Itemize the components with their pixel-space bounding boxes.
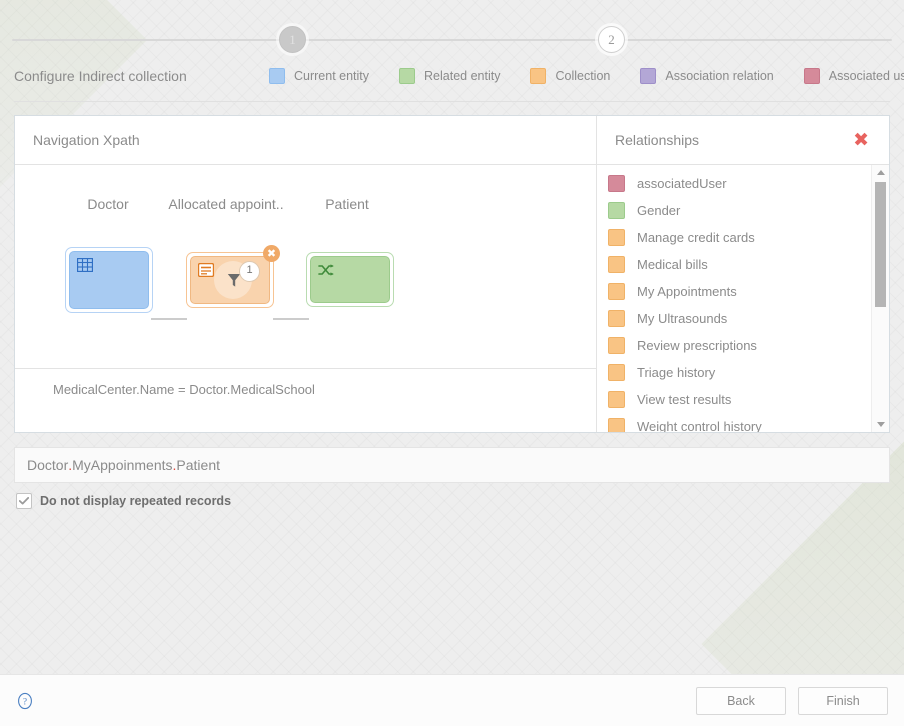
relationship-color-swatch [608,418,625,432]
list-item[interactable]: My Appointments [597,278,871,305]
legend-swatch-collection [530,68,547,84]
constraint-expression: MedicalCenter.Name = Doctor.MedicalSchoo… [53,382,315,397]
relationship-label: Weight control history [637,419,762,432]
check-icon [19,497,29,505]
list-item[interactable]: Manage credit cards [597,224,871,251]
page-root: 1 2 Configure Indirect collection Curren… [0,0,904,726]
page-title: Configure Indirect collection [14,68,187,84]
connector-appointments-to-patient [273,318,309,320]
relationship-label: associatedUser [637,176,727,191]
legend-label-current-entity: Current entity [294,69,370,83]
legend-item-current-entity: Current entity [269,68,369,84]
xpath-part-0: Doctor [27,457,69,473]
legend-swatch-associated-user [803,68,820,84]
relationships-scrollbar[interactable] [871,165,889,432]
wizard-stepper: 1 2 [0,26,904,54]
repeated-records-option[interactable]: Do not display repeated records [16,493,231,509]
node-patient-body [310,256,390,303]
filter-count-badge: 1 [239,261,260,282]
legend-label-collection: Collection [555,69,611,83]
node-doctor-body [69,251,149,309]
list-item[interactable]: Review prescriptions [597,332,871,359]
legend-item-associated-user: Associated user [803,68,904,84]
shuffle-icon [318,264,334,276]
relationship-color-swatch [608,364,625,381]
main-card: Navigation Xpath Doctor Allocated appoin… [14,115,890,433]
relationship-color-swatch [608,202,625,219]
diagram-node-doctor[interactable] [65,247,153,313]
relationship-color-swatch [608,310,625,327]
relationship-color-swatch [608,256,625,273]
list-item[interactable]: Gender [597,197,871,224]
list-item[interactable]: associatedUser [597,170,871,197]
legend-item-collection: Collection [530,68,610,84]
relationship-color-swatch [608,229,625,246]
relationship-label: My Ultrasounds [637,311,728,326]
stepper-step-1[interactable]: 1 [279,26,306,53]
list-icon [198,263,214,277]
repeated-records-checkbox[interactable] [16,493,32,509]
table-icon [77,258,93,272]
relationship-color-swatch [608,175,625,192]
node-label-patient: Patient [325,196,369,212]
relationships-panel: Relationships ✖ associatedUser Gender Ma… [597,116,889,432]
back-button[interactable]: Back [696,686,786,715]
relationship-label: Review prescriptions [637,338,757,353]
legend: Current entity Related entity Collection… [269,68,904,84]
xpath-part-2: Patient [176,457,220,473]
node-label-allocated-appointments: Allocated appoint.. [168,196,284,212]
navigation-xpath-title: Navigation Xpath [33,132,140,148]
diagram-node-allocated-appointments[interactable]: 1 ✖ [186,245,280,308]
svg-text:?: ? [23,696,27,706]
relationships-header: Relationships ✖ [597,116,889,165]
footer-bar: ? Back Finish [0,674,904,726]
relationships-list: associatedUser Gender Manage credit card… [597,165,871,432]
stepper-step-2[interactable]: 2 [598,26,625,53]
finish-button[interactable]: Finish [798,686,888,715]
legend-item-related-entity: Related entity [399,68,500,84]
node-remove-button[interactable]: ✖ [263,245,280,262]
relationships-list-container: associatedUser Gender Manage credit card… [597,165,889,432]
navigation-xpath-panel: Navigation Xpath Doctor Allocated appoin… [15,116,597,432]
list-item[interactable]: My Ultrasounds [597,305,871,332]
relationship-color-swatch [608,283,625,300]
relationships-title: Relationships [615,132,700,148]
relationship-label: My Appointments [637,284,737,299]
relationship-label: View test results [637,392,732,407]
legend-item-association-relation: Association relation [640,68,774,84]
help-circle-icon[interactable]: ? [16,692,34,710]
list-item[interactable]: Weight control history [597,413,871,432]
xpath-result-field[interactable]: Doctor . MyAppoinments . Patient [14,447,890,483]
xpath-part-1: MyAppoinments [72,457,173,473]
list-item[interactable]: View test results [597,386,871,413]
legend-label-associated-user: Associated user [828,69,904,83]
list-item[interactable]: Medical bills [597,251,871,278]
legend-swatch-current-entity [269,68,285,84]
scrollbar-thumb[interactable] [875,182,886,307]
scroll-down-icon[interactable] [872,417,889,432]
legend-swatch-association-relation [640,68,657,84]
xpath-diagram: Doctor Allocated appoint.. Patient 1 ✖ [15,165,596,369]
list-item[interactable]: Triage history [597,359,871,386]
connector-doctor-to-appointments [151,318,187,320]
legend-label-related-entity: Related entity [424,69,501,83]
close-icon[interactable]: ✖ [851,130,871,150]
relationship-label: Triage history [637,365,716,380]
relationship-color-swatch [608,391,625,408]
node-label-doctor: Doctor [87,196,129,212]
relationship-label: Medical bills [637,257,708,272]
header-bar: Configure Indirect collection Current en… [14,68,904,102]
stepper-rail [12,39,892,41]
repeated-records-label: Do not display repeated records [40,494,232,508]
relationship-color-swatch [608,337,625,354]
legend-swatch-related-entity [399,68,416,84]
diagram-node-patient[interactable] [306,252,394,307]
navigation-xpath-header: Navigation Xpath [15,116,596,165]
legend-label-association-relation: Association relation [665,69,774,83]
relationship-label: Manage credit cards [637,230,755,245]
scroll-up-icon[interactable] [872,165,889,180]
relationship-label: Gender [637,203,681,218]
